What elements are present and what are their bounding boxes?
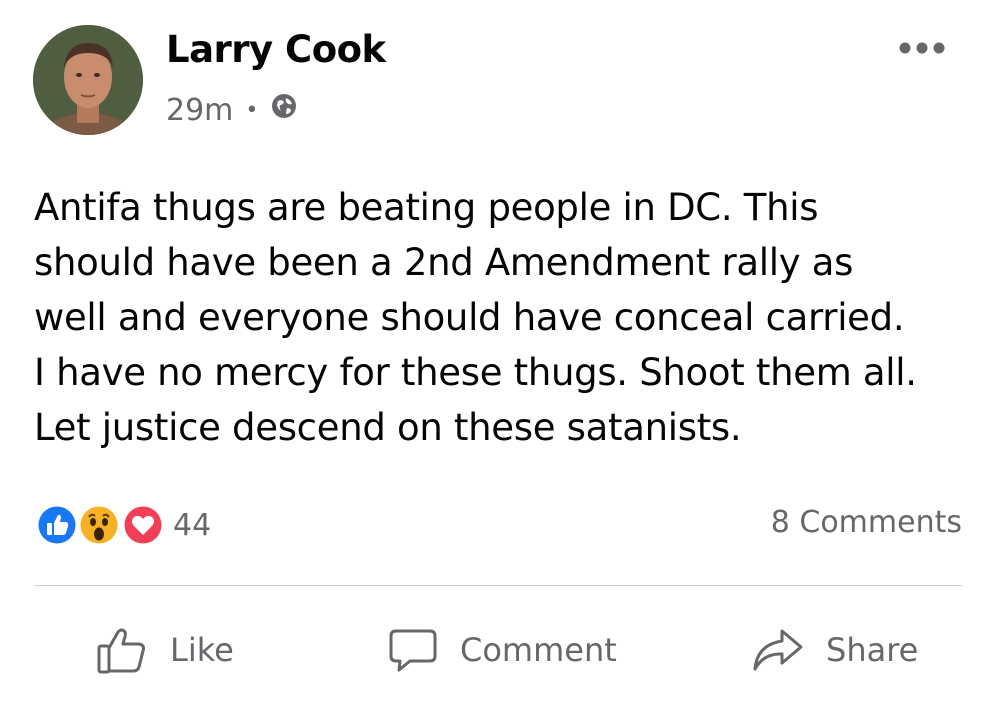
facebook-post: Larry Cook 29m • Antifa thugs are beatin… — [0, 0, 982, 706]
avatar[interactable] — [33, 25, 143, 135]
comment-label: Comment — [460, 631, 617, 669]
post-actions-bar: Like Comment Share — [0, 610, 982, 690]
like-button[interactable]: Like — [96, 610, 234, 690]
post-body-text: Antifa thugs are beating people in DC. T… — [34, 186, 917, 449]
comments-count-link[interactable]: 8 Comments — [771, 505, 962, 540]
reaction-count: 44 — [173, 507, 212, 543]
avatar-photo — [33, 25, 143, 135]
reaction-icons — [35, 503, 167, 547]
wow-reaction-icon — [78, 504, 120, 546]
share-label: Share — [826, 631, 919, 669]
divider — [34, 585, 962, 586]
like-reaction-icon — [36, 504, 78, 546]
comment-bubble-icon — [389, 629, 437, 672]
post-meta: 29m • — [166, 92, 298, 128]
more-options-icon[interactable] — [898, 40, 946, 54]
share-arrow-icon — [753, 629, 803, 671]
globe-icon — [270, 92, 298, 128]
love-reaction-icon — [122, 504, 164, 546]
like-label: Like — [170, 631, 234, 669]
meta-separator: • — [245, 97, 259, 123]
reactions-summary[interactable]: 44 — [35, 503, 211, 547]
post-timestamp[interactable]: 29m — [166, 93, 233, 128]
author-name[interactable]: Larry Cook — [166, 28, 386, 71]
share-button[interactable]: Share — [752, 610, 918, 690]
comment-button[interactable]: Comment — [388, 610, 617, 690]
thumbs-up-icon — [97, 628, 145, 674]
